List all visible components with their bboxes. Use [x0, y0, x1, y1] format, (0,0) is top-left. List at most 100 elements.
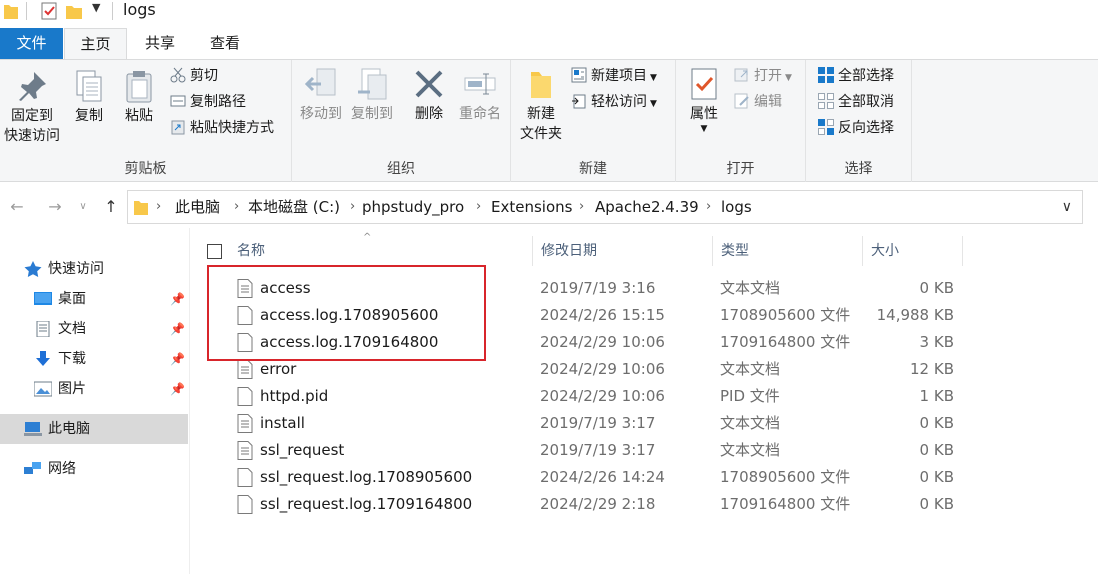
- invert-selection-button[interactable]: 反向选择: [818, 116, 894, 140]
- organize-group-label: 组织: [387, 161, 415, 177]
- nav-desktop-label: 桌面: [58, 291, 86, 307]
- easy-access-dropdown-icon: ▼: [650, 99, 657, 109]
- customize-quick-access-chevron-icon[interactable]: ▼: [92, 1, 100, 14]
- file-size: 0 KB: [919, 414, 954, 432]
- tab-view[interactable]: 查看: [193, 28, 257, 60]
- delete-button[interactable]: 删除: [406, 66, 452, 124]
- pin-quick-access-button[interactable]: 固定到 快速访问: [2, 68, 62, 146]
- breadcrumb-logs[interactable]: logs: [721, 191, 752, 223]
- easy-access-button[interactable]: 轻松访问 ▼: [571, 90, 657, 114]
- select-none-button[interactable]: 全部取消: [818, 90, 894, 114]
- move-to-button[interactable]: 移动到: [298, 66, 344, 124]
- text-file-icon: [237, 441, 253, 460]
- nav-this-pc-label: 此电脑: [48, 421, 90, 437]
- file-row[interactable]: ssl_request 2019/7/19 3:17 文本文档 0 KB: [191, 437, 971, 464]
- select-all-checkbox[interactable]: [207, 244, 222, 259]
- text-file-icon: [237, 414, 253, 433]
- open-button[interactable]: 打开 ▼: [734, 64, 792, 88]
- tab-home[interactable]: 主页: [64, 28, 127, 61]
- cut-label: 剪切: [190, 68, 218, 84]
- pin-quick-access-label-line1: 固定到: [11, 108, 53, 124]
- breadcrumb-this-pc[interactable]: 此电脑: [175, 191, 220, 223]
- breadcrumb-separator[interactable]: ›: [476, 191, 481, 223]
- breadcrumb-separator[interactable]: ›: [156, 191, 161, 223]
- nav-documents[interactable]: 文档 📌: [0, 314, 188, 344]
- navigation-pane: 快速访问 桌面 📌 文档 📌 下载 📌 图片 📌 此电脑 网络: [0, 228, 190, 574]
- navigation-bar: ← → ∨ ↑ › 此电脑 › 本地磁盘 (C:) › phpstudy_pro…: [0, 186, 1098, 228]
- text-file-icon: [237, 360, 253, 379]
- paste-shortcut-label: 粘贴快捷方式: [190, 120, 274, 136]
- breadcrumb-apache[interactable]: Apache2.4.39: [595, 191, 699, 223]
- pin-icon[interactable]: 📌: [170, 284, 185, 314]
- breadcrumb-separator[interactable]: ›: [350, 191, 355, 223]
- file-name: ssl_request: [260, 441, 345, 459]
- open-label: 打开: [754, 68, 782, 84]
- file-date: 2019/7/19 3:16: [540, 279, 656, 297]
- paste-shortcut-button[interactable]: 粘贴快捷方式: [170, 116, 274, 140]
- ribbon-tabs: 文件 主页 共享 查看: [0, 26, 1098, 61]
- properties-button[interactable]: 属性 ▼: [682, 66, 726, 134]
- cut-button[interactable]: 剪切: [170, 64, 218, 88]
- up-arrow-icon[interactable]: ↑: [100, 196, 122, 218]
- properties-quick-access-icon[interactable]: [40, 2, 58, 20]
- file-row[interactable]: ssl_request.log.1708905600 2024/2/26 14:…: [191, 464, 971, 491]
- paste-button[interactable]: 粘贴: [116, 68, 162, 126]
- tab-file[interactable]: 文件: [0, 28, 63, 60]
- file-type: 文本文档: [720, 441, 781, 459]
- nav-quick-access[interactable]: 快速访问: [0, 254, 188, 284]
- breadcrumb-local-disk[interactable]: 本地磁盘 (C:): [248, 191, 340, 223]
- file-date: 2024/2/29 10:06: [540, 360, 665, 378]
- file-row[interactable]: install 2019/7/19 3:17 文本文档 0 KB: [191, 410, 971, 437]
- select-all-label: 全部选择: [838, 68, 894, 84]
- pictures-icon: [34, 381, 52, 397]
- copy-label: 复制: [75, 108, 103, 124]
- breadcrumb-separator[interactable]: ›: [234, 191, 239, 223]
- file-date: 2024/2/26 15:15: [540, 306, 665, 324]
- copy-path-button[interactable]: 复制路径: [170, 90, 246, 114]
- pin-icon[interactable]: 📌: [170, 314, 185, 344]
- breadcrumb-extensions[interactable]: Extensions: [491, 191, 572, 223]
- file-row[interactable]: ssl_request.log.1709164800 2024/2/29 2:1…: [191, 491, 971, 518]
- window-title: logs: [123, 0, 156, 19]
- tab-share[interactable]: 共享: [127, 28, 193, 60]
- select-group: 全部选择 全部取消 反向选择 选择: [806, 60, 912, 182]
- title-bar: ▼ logs: [0, 0, 1098, 24]
- recent-locations-chevron-icon[interactable]: ∨: [72, 196, 94, 218]
- breadcrumb-separator[interactable]: ›: [579, 191, 584, 223]
- forward-arrow-icon[interactable]: →: [44, 196, 66, 218]
- pin-icon[interactable]: 📌: [170, 374, 185, 404]
- select-all-button[interactable]: 全部选择: [818, 64, 894, 88]
- pin-quick-access-label-line2: 快速访问: [4, 128, 60, 144]
- address-history-chevron-icon[interactable]: ∨: [1062, 191, 1072, 223]
- file-size: 0 KB: [919, 495, 954, 513]
- file-date: 2024/2/29 2:18: [540, 495, 656, 513]
- rename-icon: [464, 73, 496, 95]
- scissors-icon: [170, 67, 186, 83]
- column-type[interactable]: 类型: [713, 236, 863, 266]
- desktop-icon: [34, 292, 52, 305]
- file-row[interactable]: httpd.pid 2024/2/29 10:06 PID 文件 1 KB: [191, 383, 971, 410]
- move-to-icon: [304, 68, 336, 96]
- column-size[interactable]: 大小: [863, 236, 963, 266]
- nav-this-pc[interactable]: 此电脑: [0, 414, 188, 444]
- new-folder-button[interactable]: 新建 文件夹: [515, 66, 567, 144]
- address-bar[interactable]: › 此电脑 › 本地磁盘 (C:) › phpstudy_pro › Exten…: [127, 190, 1083, 224]
- rename-button[interactable]: 重命名: [454, 66, 506, 124]
- back-arrow-icon[interactable]: ←: [6, 196, 28, 218]
- edit-button[interactable]: 编辑: [734, 90, 782, 114]
- new-item-button[interactable]: 新建项目 ▼: [571, 64, 657, 88]
- copy-button[interactable]: 复制: [66, 68, 112, 126]
- new-folder-quick-access-icon[interactable]: [66, 2, 82, 20]
- pin-icon[interactable]: 📌: [170, 344, 185, 374]
- column-name[interactable]: 名称: [229, 236, 533, 266]
- nav-pictures[interactable]: 图片 📌: [0, 374, 188, 404]
- breadcrumb-phpstudy-pro[interactable]: phpstudy_pro: [362, 191, 464, 223]
- nav-desktop[interactable]: 桌面 📌: [0, 284, 188, 314]
- move-to-label: 移动到: [300, 106, 342, 122]
- nav-network[interactable]: 网络: [0, 454, 188, 484]
- copy-to-button[interactable]: 复制到: [348, 66, 396, 124]
- invert-selection-label: 反向选择: [838, 120, 894, 136]
- breadcrumb-separator[interactable]: ›: [706, 191, 711, 223]
- nav-downloads[interactable]: 下载 📌: [0, 344, 188, 374]
- column-date[interactable]: 修改日期: [533, 236, 713, 266]
